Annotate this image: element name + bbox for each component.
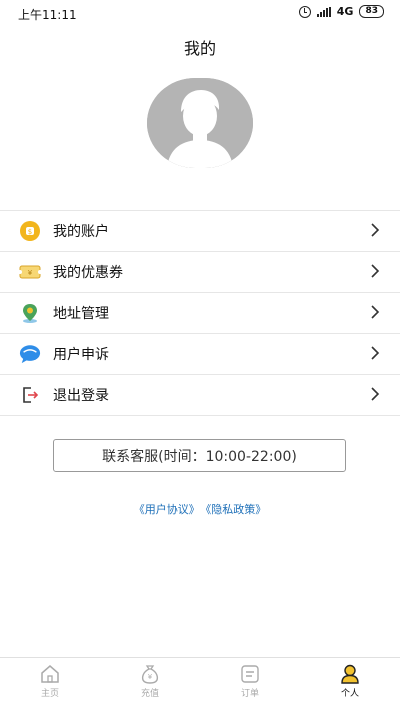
menu-item-complaint[interactable]: 用户申诉 [0, 334, 400, 375]
signal-icon [316, 6, 331, 17]
battery-icon: 83 [359, 5, 384, 18]
menu-item-coupons[interactable]: ¥ 我的优惠券 [0, 252, 400, 293]
status-bar: 上午11:11 4G 83 [0, 0, 400, 26]
person-icon [341, 664, 359, 684]
chevron-right-icon [371, 387, 380, 401]
location-pin-icon [19, 302, 41, 324]
wallet-icon: $ [19, 220, 41, 242]
menu-label-account: 我的账户 [53, 224, 109, 240]
network-type: 4G [336, 5, 354, 18]
menu-label-coupons: 我的优惠券 [53, 265, 123, 281]
avatar-image [147, 78, 253, 168]
avatar[interactable] [147, 78, 253, 168]
alarm-icon [298, 5, 311, 18]
menu-label-logout: 退出登录 [53, 388, 109, 404]
chevron-right-icon [371, 223, 380, 237]
logout-icon [19, 384, 41, 406]
coupon-icon: ¥ [19, 261, 41, 283]
menu-item-account[interactable]: $ 我的账户 [0, 211, 400, 252]
tab-orders[interactable]: 订单 [200, 658, 300, 701]
status-time: 上午11:11 [18, 8, 77, 22]
home-icon [41, 665, 59, 683]
menu-item-address[interactable]: 地址管理 [0, 293, 400, 334]
bottom-tab-bar: 主页 ¥ 充值 订单 个人 [0, 657, 400, 701]
menu-list: $ 我的账户 ¥ 我的优惠券 地址管理 用户申诉 退出登录 [0, 210, 400, 416]
chat-bubble-icon [19, 343, 41, 365]
svg-text:¥: ¥ [28, 269, 33, 277]
menu-label-complaint: 用户申诉 [53, 347, 109, 363]
tab-label-profile: 个人 [340, 689, 359, 699]
svg-text:$: $ [28, 228, 32, 236]
tab-label-home: 主页 [40, 689, 59, 699]
contact-service-button[interactable]: 联系客服(时间：10:00-22:00) [53, 439, 346, 472]
chevron-right-icon [371, 264, 380, 278]
tab-recharge[interactable]: ¥ 充值 [100, 658, 200, 701]
user-agreement-link[interactable]: 《用户协议》 [134, 503, 200, 516]
tab-label-recharge: 充值 [140, 689, 159, 699]
page-title: 我的 [183, 39, 216, 58]
order-icon [241, 665, 259, 683]
tab-home[interactable]: 主页 [0, 658, 100, 701]
svg-text:¥: ¥ [148, 673, 153, 681]
chevron-right-icon [371, 305, 380, 319]
menu-item-logout[interactable]: 退出登录 [0, 375, 400, 416]
legal-links: 《用户协议》 《隐私政策》 [0, 501, 400, 517]
status-icons: 4G 83 [298, 5, 384, 18]
tab-profile[interactable]: 个人 [300, 658, 400, 701]
menu-label-address: 地址管理 [53, 306, 109, 322]
chevron-right-icon [371, 346, 380, 360]
default-user-icon [147, 78, 253, 168]
recharge-icon: ¥ [141, 665, 159, 684]
tab-label-orders: 订单 [240, 689, 259, 699]
privacy-policy-link[interactable]: 《隐私政策》 [206, 503, 267, 516]
